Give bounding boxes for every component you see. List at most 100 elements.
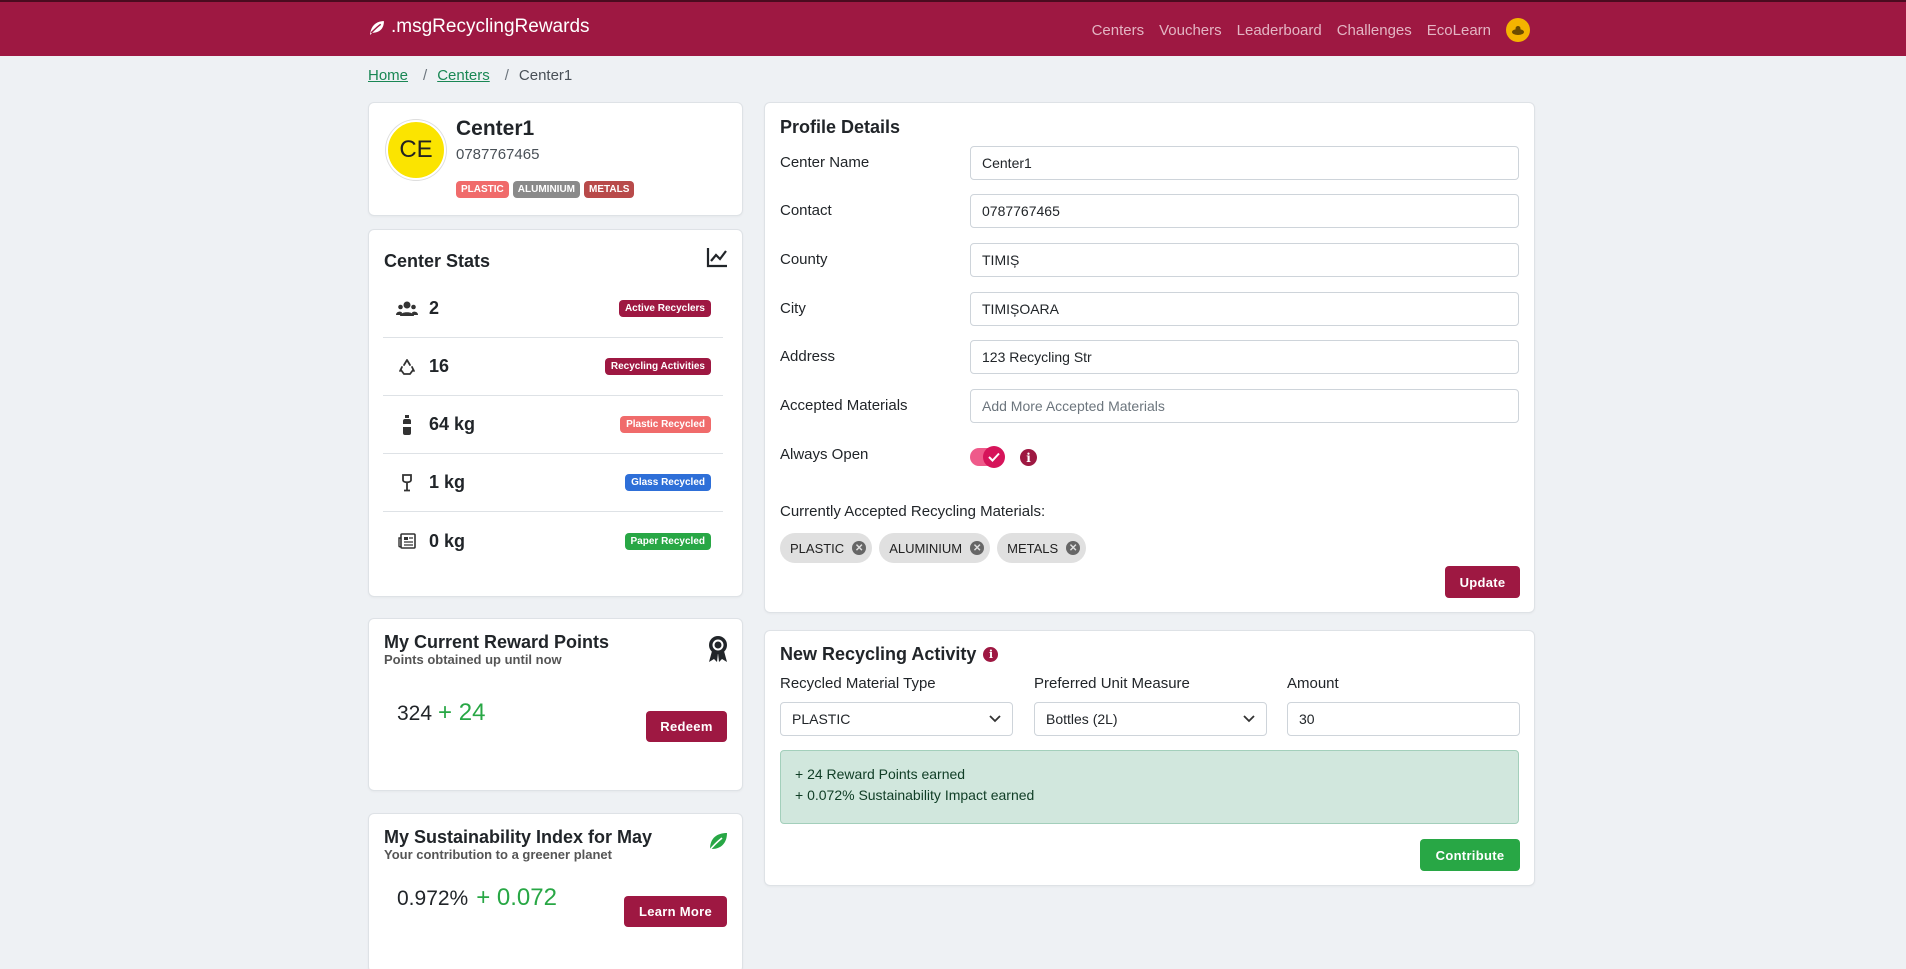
accepted-materials-input[interactable] [970,389,1519,423]
center-name-input[interactable] [970,146,1519,180]
material-type-select[interactable]: PLASTIC [780,702,1013,736]
chevron-down-icon [1243,715,1255,723]
stat-value: 2 [429,298,440,318]
leaf-icon [708,833,727,852]
learn-more-button[interactable]: Learn More [624,896,727,927]
accepted-materials-label: Accepted Materials [780,397,908,414]
stat-value: 64 kg [429,414,476,434]
nav-links: Centers Vouchers Leaderboard Challenges … [1077,18,1530,42]
profile-details-title: Profile Details [780,117,901,137]
sustainability-title: My Sustainability Index for May [384,827,653,847]
brand-link[interactable]: .msgRecyclingRewards [368,16,590,38]
users-icon [393,301,421,317]
nav-link-vouchers[interactable]: Vouchers [1159,22,1222,39]
stat-badge: Recycling Activities [604,358,711,375]
stat-row-paper-recycled: 0 kg Paper Recycled [383,512,723,570]
new-activity-header: New Recycling Activity i [780,644,999,665]
county-label: County [780,251,828,268]
center-stats-title: Center Stats [384,251,491,271]
material-tag: ALUMINIUM [512,181,580,198]
contribute-button[interactable]: Contribute [1420,839,1520,871]
recycle-icon [393,358,421,376]
chip-label: PLASTIC [790,540,845,556]
bottle-icon [393,414,421,435]
reward-points-plus: + 24 [438,699,486,726]
nav-link-centers[interactable]: Centers [1092,22,1145,39]
stat-row-plastic-recycled: 64 kg Plastic Recycled [383,396,723,454]
contact-input[interactable] [970,194,1519,228]
breadcrumb-home[interactable]: Home [368,67,408,84]
center-avatar: CE [386,120,446,180]
stat-badge: Plastic Recycled [620,416,711,433]
breadcrumb-centers[interactable]: Centers [437,67,490,84]
sustainability-card: My Sustainability Index for May Your con… [368,813,743,969]
breadcrumb-separator: / [423,67,428,84]
amount-input[interactable] [1287,702,1520,736]
nav-link-leaderboard[interactable]: Leaderboard [1237,22,1322,39]
new-activity-title: New Recycling Activity [780,644,977,664]
currently-accepted-label: Currently Accepted Recycling Materials: [780,503,1046,520]
sustainability-value: 0.972% [397,887,469,910]
material-chip: ALUMINIUM ✕ [879,533,991,563]
always-open-label: Always Open [780,446,869,463]
alert-impact-line: + 0.072% Sustainability Impact earned [795,787,1035,803]
stat-value: 0 kg [429,530,466,551]
top-navbar: .msgRecyclingRewards Centers Vouchers Le… [0,0,1906,56]
user-avatar-icon[interactable] [1506,18,1530,42]
stat-badge: Glass Recycled [625,474,711,491]
nav-link-challenges[interactable]: Challenges [1337,22,1412,39]
material-chip: METALS ✕ [997,533,1087,563]
info-icon[interactable]: i [1020,449,1037,466]
material-chips: PLASTIC ✕ ALUMINIUM ✕ METALS ✕ [780,533,1093,563]
profile-details-card: Profile Details Center Name Contact Coun… [764,102,1535,613]
alert-points-line: + 24 Reward Points earned [795,766,966,782]
material-chip: PLASTIC ✕ [780,533,873,563]
chip-label: ALUMINIUM [889,540,963,556]
address-label: Address [780,348,836,365]
check-icon [983,446,1005,468]
info-icon[interactable]: i [983,647,999,662]
material-tag: PLASTIC [456,181,509,198]
newspaper-icon [393,533,421,549]
breadcrumb: Home / Centers / Center1 [368,67,572,84]
reward-points-title: My Current Reward Points [384,632,610,652]
leaf-logo-icon [370,20,384,35]
unit-measure-value: Bottles (2L) [1046,711,1118,727]
stat-badge: Active Recyclers [618,300,711,317]
remove-chip-icon[interactable]: ✕ [852,541,867,555]
center-stats-card: Center Stats 2 Active Recyclers 16 Recyc… [368,229,743,597]
stat-value: 1 kg [429,472,466,492]
breadcrumb-separator: / [504,67,509,84]
unit-measure-label: Preferred Unit Measure [1034,675,1190,692]
material-type-label: Recycled Material Type [780,675,936,692]
center-phone: 0787767465 [456,146,540,163]
contact-label: Contact [780,202,832,219]
amount-label: Amount [1287,675,1339,692]
earnings-alert: + 24 Reward Points earned + 0.072% Susta… [780,750,1519,824]
remove-chip-icon[interactable]: ✕ [1066,541,1081,555]
wine-glass-icon [393,473,421,492]
reward-points-values: 324 + 24 [397,699,485,727]
address-input[interactable] [970,340,1519,374]
material-type-value: PLASTIC [792,711,851,727]
new-activity-card: New Recycling Activity i Recycled Materi… [764,630,1535,886]
center-name-label: Center Name [780,154,870,171]
county-input[interactable] [970,243,1519,277]
unit-measure-select[interactable]: Bottles (2L) [1034,702,1267,736]
sustainability-values: 0.972% + 0.072 [397,884,557,912]
stat-row-recycling-activities: 16 Recycling Activities [383,338,723,396]
redeem-button[interactable]: Redeem [646,711,727,742]
sustainability-subtitle: Your contribution to a greener planet [384,847,612,862]
chip-label: METALS [1007,540,1059,556]
stat-row-glass-recycled: 1 kg Glass Recycled [383,454,723,512]
city-input[interactable] [970,292,1519,326]
breadcrumb-current: Center1 [518,67,573,84]
nav-link-ecolearn[interactable]: EcoLearn [1427,22,1491,39]
update-button[interactable]: Update [1445,566,1520,598]
material-tag: METALS [584,181,635,198]
always-open-toggle[interactable] [970,446,1005,468]
chevron-down-icon [989,715,1001,723]
remove-chip-icon[interactable]: ✕ [970,541,985,555]
reward-points-value: 324 [397,702,433,725]
sustainability-plus: + 0.072 [476,884,557,911]
